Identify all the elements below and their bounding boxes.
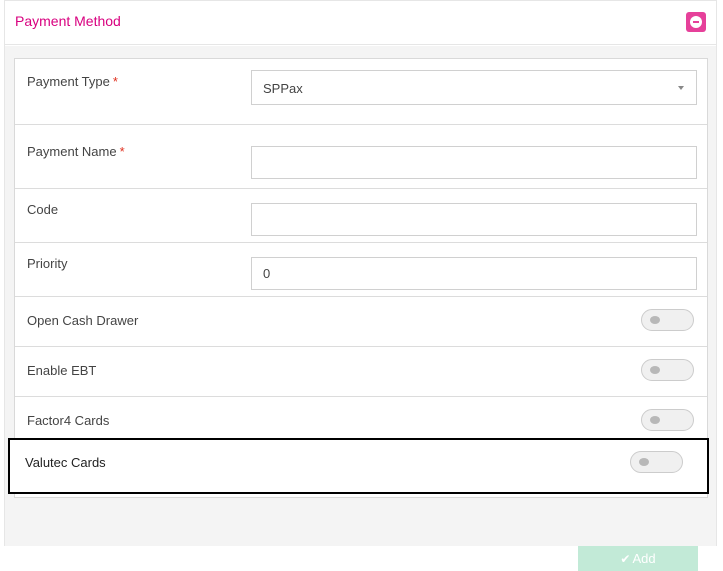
add-button-label: Add: [632, 551, 656, 566]
factor4-cards-toggle[interactable]: [641, 409, 694, 431]
payment-name-row: Payment Name *: [15, 125, 707, 189]
priority-label: Priority: [27, 256, 68, 271]
collapse-button[interactable]: [686, 12, 706, 32]
payment-type-label: Payment Type *: [27, 74, 118, 89]
payment-type-selected-value: SPPax: [263, 81, 303, 96]
payment-type-select[interactable]: SPPax: [251, 70, 697, 105]
payment-name-input[interactable]: [251, 146, 697, 179]
priority-row: Priority: [15, 243, 707, 297]
code-row: Code: [15, 189, 707, 243]
check-icon: ✔: [620, 551, 631, 566]
enable-ebt-toggle[interactable]: [641, 359, 694, 381]
open-cash-drawer-row: Open Cash Drawer: [15, 297, 707, 347]
factor4-cards-label: Factor4 Cards: [27, 413, 110, 428]
panel-header: Payment Method: [5, 1, 716, 45]
code-input[interactable]: [251, 203, 697, 236]
valutec-cards-row: Valutec Cards: [8, 438, 709, 494]
caret-down-icon: [678, 86, 684, 90]
toggle-knob: [650, 366, 660, 374]
enable-ebt-row: Enable EBT: [15, 347, 707, 397]
toggle-knob: [650, 316, 660, 324]
code-label: Code: [27, 202, 59, 217]
valutec-cards-toggle[interactable]: [630, 451, 683, 473]
payment-name-label: Payment Name *: [27, 144, 125, 159]
toggle-knob: [650, 416, 660, 424]
payment-type-row: Payment Type * SPPax: [15, 59, 707, 125]
open-cash-drawer-toggle[interactable]: [641, 309, 694, 331]
enable-ebt-label: Enable EBT: [27, 363, 97, 378]
valutec-cards-label: Valutec Cards: [25, 455, 106, 470]
panel-title: Payment Method: [15, 13, 121, 29]
toggle-knob: [639, 458, 649, 466]
open-cash-drawer-label: Open Cash Drawer: [27, 313, 139, 328]
payment-method-form: Payment Type * SPPax Payment Name * Code P…: [14, 58, 708, 498]
required-mark: *: [112, 74, 118, 89]
priority-input[interactable]: [251, 257, 697, 290]
minus-circle-icon: [690, 16, 702, 28]
required-mark: *: [119, 144, 125, 159]
